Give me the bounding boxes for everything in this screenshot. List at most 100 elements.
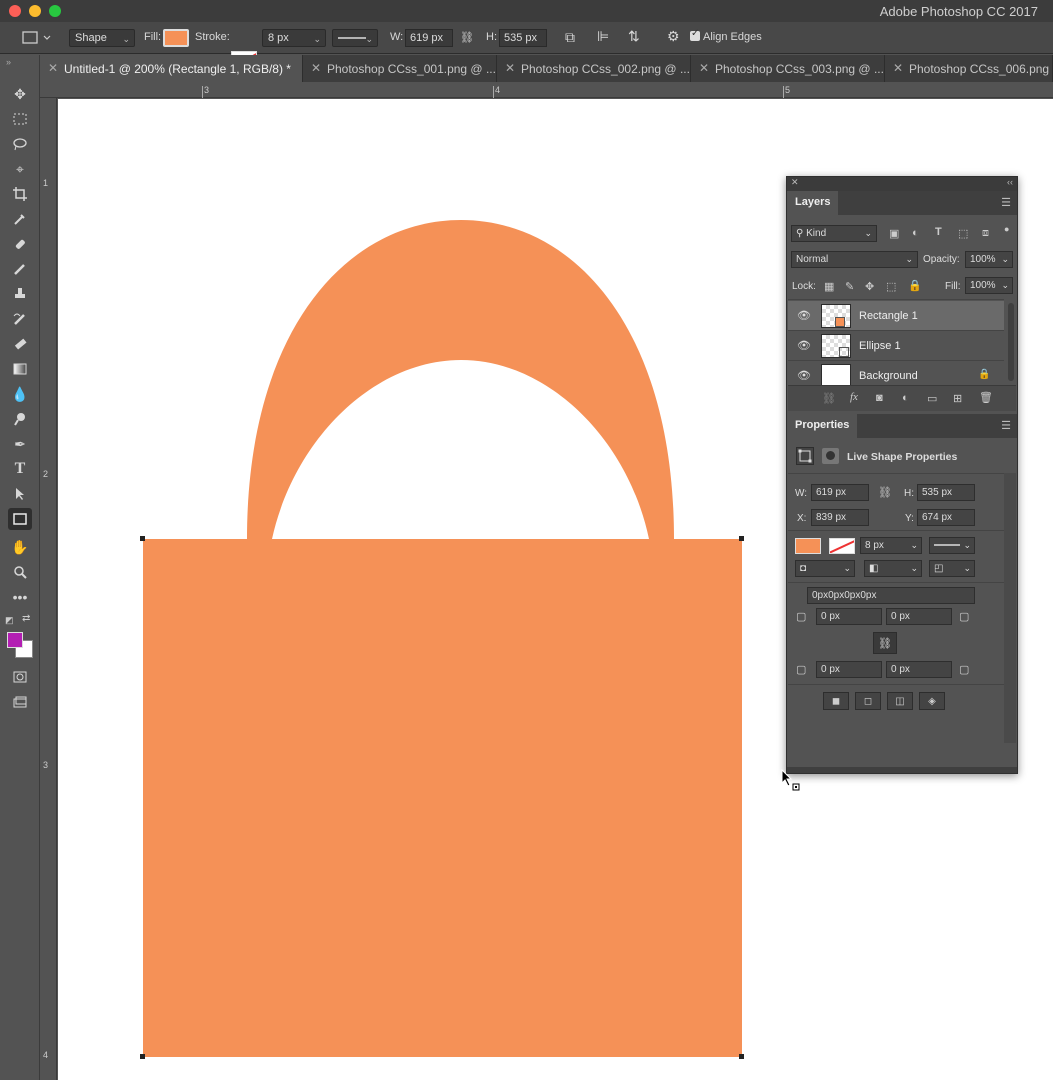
tab-ccss-001[interactable]: ✕ Photoshop CCss_001.png @ ...	[303, 55, 497, 82]
corner-br-input[interactable]: 0 px	[886, 661, 952, 678]
prop-fill-swatch[interactable]	[795, 538, 821, 554]
tool-preset-picker[interactable]	[16, 29, 54, 47]
lock-image-pixels-icon[interactable]: ✎	[845, 280, 854, 293]
tool-mode-dropdown[interactable]: Shape ⌄	[69, 29, 135, 47]
rectangle-tool-icon[interactable]	[8, 508, 32, 530]
stroke-caps-dropdown[interactable]: ◧ ⌄	[864, 560, 922, 577]
layer-name[interactable]: Ellipse 1	[859, 340, 901, 352]
ellipse-1-shape[interactable]	[247, 220, 674, 539]
add-mask-icon[interactable]: ◙	[876, 392, 883, 404]
zoom-tool-icon[interactable]	[8, 561, 32, 583]
link-layers-icon[interactable]: ⛓	[822, 392, 836, 405]
trash-icon[interactable]: 🗑	[979, 391, 993, 404]
healing-brush-tool-icon[interactable]	[8, 233, 32, 255]
prop-width-input[interactable]: 619 px	[811, 484, 869, 501]
foreground-color-swatch[interactable]	[7, 632, 23, 648]
tab-ccss-003[interactable]: ✕ Photoshop CCss_003.png @ ...	[691, 55, 885, 82]
corner-radii-input[interactable]: 0px0px0px0px	[807, 587, 975, 604]
collapse-panel-icon[interactable]: ‹‹	[1007, 177, 1013, 187]
exclude-overlap-button[interactable]: ◈	[919, 692, 945, 710]
close-tab-icon[interactable]: ✕	[48, 61, 58, 75]
prop-stroke-type-dropdown[interactable]: ⌄	[929, 537, 975, 554]
close-tab-icon[interactable]: ✕	[505, 61, 515, 75]
layer-fill-input[interactable]: 100% ⌄	[965, 277, 1013, 294]
marquee-tool-icon[interactable]	[8, 108, 32, 130]
align-edges-checkbox[interactable]	[690, 28, 700, 41]
move-tool-icon[interactable]: ✥	[8, 83, 32, 105]
visibility-eye-icon[interactable]: 👁	[797, 309, 811, 322]
stroke-align-dropdown[interactable]: ◘ ⌄	[795, 560, 855, 577]
close-tab-icon[interactable]: ✕	[311, 61, 321, 75]
type-tool-icon[interactable]: T	[8, 458, 32, 480]
stroke-type-dropdown[interactable]: ⌄	[332, 29, 378, 47]
lock-transparent-pixels-icon[interactable]: ▦	[824, 280, 834, 293]
more-tools-icon[interactable]: •••	[8, 586, 32, 608]
filter-toggle-icon[interactable]: ●	[1004, 224, 1009, 234]
tab-layers[interactable]: Layers	[787, 191, 839, 215]
combine-shapes-button[interactable]: ◼	[823, 692, 849, 710]
crop-tool-icon[interactable]	[8, 183, 32, 205]
blend-mode-dropdown[interactable]: Normal ⌄	[791, 251, 918, 268]
shape-layer-filter-icon[interactable]: ⬚	[958, 227, 968, 240]
layer-row-rectangle-1[interactable]: 👁 Rectangle 1	[788, 301, 1004, 331]
close-panel-icon[interactable]: ✕	[791, 177, 799, 188]
type-layer-filter-icon[interactable]: T	[935, 226, 942, 238]
stroke-corners-dropdown[interactable]: ◰ ⌄	[929, 560, 975, 577]
link-corners-button[interactable]: ⛓	[873, 632, 897, 654]
eyedropper-tool-icon[interactable]	[8, 208, 32, 230]
prop-height-input[interactable]: 535 px	[917, 484, 975, 501]
transform-handle[interactable]	[140, 1054, 145, 1059]
tab-properties[interactable]: Properties	[787, 414, 858, 438]
quick-selection-tool-icon[interactable]: ⌖	[8, 158, 32, 180]
fill-color-swatch[interactable]	[163, 29, 189, 47]
screen-mode-icon[interactable]	[8, 691, 32, 713]
panel-header-bar[interactable]: ✕ ‹‹	[787, 177, 1017, 191]
width-input[interactable]: 619 px	[405, 29, 453, 47]
history-brush-tool-icon[interactable]	[8, 308, 32, 330]
layers-menu-icon[interactable]: ☰	[1001, 196, 1011, 209]
quick-mask-icon[interactable]	[8, 666, 32, 688]
adjustment-layer-icon[interactable]: ◐	[902, 392, 909, 404]
lasso-tool-icon[interactable]	[8, 133, 32, 155]
gear-icon[interactable]: ⚙	[667, 28, 680, 45]
minimize-window-button[interactable]	[29, 5, 41, 17]
pixel-layer-filter-icon[interactable]: ▣	[889, 227, 899, 240]
link-dimensions-icon[interactable]: ⛓	[878, 486, 892, 499]
path-selection-tool-icon[interactable]	[8, 483, 32, 505]
transform-handle[interactable]	[739, 1054, 744, 1059]
subtract-shape-button[interactable]: ◻	[855, 692, 881, 710]
path-arrangement-icon[interactable]: ⇅	[628, 28, 640, 45]
close-window-button[interactable]	[9, 5, 21, 17]
close-tab-icon[interactable]: ✕	[699, 61, 709, 75]
lock-all-icon[interactable]: 🔒	[908, 279, 922, 292]
properties-scrollbar[interactable]	[1004, 473, 1016, 743]
tab-ccss-006[interactable]: ✕ Photoshop CCss_006.png @	[885, 55, 1053, 82]
fx-icon[interactable]: fx	[850, 391, 858, 403]
hand-tool-icon[interactable]: ✋	[8, 536, 32, 558]
default-colors-icon[interactable]: ◩	[5, 615, 14, 626]
stroke-width-dropdown[interactable]: 8 px ⌄	[262, 29, 326, 47]
smart-object-filter-icon[interactable]: ⧈	[982, 227, 989, 240]
height-input[interactable]: 535 px	[499, 29, 547, 47]
path-alignment-icon[interactable]: ⊫	[597, 28, 609, 45]
adjustment-layer-filter-icon[interactable]: ◐	[912, 227, 919, 239]
prop-stroke-width-dropdown[interactable]: 8 px ⌄	[860, 537, 922, 554]
dodge-tool-icon[interactable]	[8, 408, 32, 430]
link-dimensions-icon[interactable]: ⛓	[460, 31, 474, 44]
visibility-eye-icon[interactable]: 👁	[797, 339, 811, 352]
prop-y-input[interactable]: 674 px	[917, 509, 975, 526]
corner-tr-input[interactable]: 0 px	[886, 608, 952, 625]
prop-stroke-swatch[interactable]	[829, 538, 855, 554]
transform-handle[interactable]	[739, 536, 744, 541]
eraser-tool-icon[interactable]	[8, 333, 32, 355]
layers-scrollbar[interactable]	[1008, 303, 1014, 381]
transform-handle[interactable]	[140, 536, 145, 541]
opacity-input[interactable]: 100% ⌄	[965, 251, 1013, 268]
layer-name[interactable]: Background	[859, 370, 918, 382]
folder-icon[interactable]: ▭	[927, 392, 937, 405]
layer-row-ellipse-1[interactable]: 👁 Ellipse 1	[788, 331, 1004, 361]
close-tab-icon[interactable]: ✕	[893, 61, 903, 75]
mask-icon[interactable]	[822, 448, 839, 464]
swap-colors-icon[interactable]: ⇄	[22, 613, 30, 624]
blur-tool-icon[interactable]: 💧	[8, 383, 32, 405]
